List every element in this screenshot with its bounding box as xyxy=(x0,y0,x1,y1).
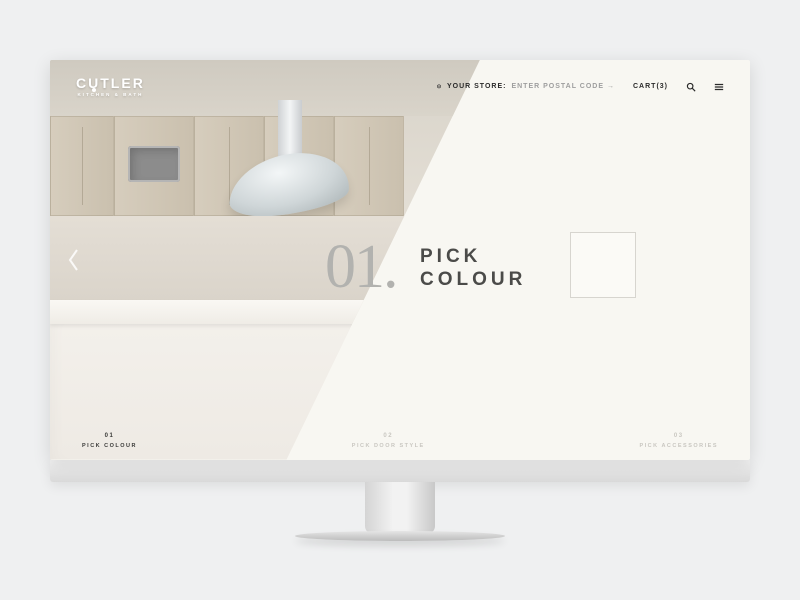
monitor-bezel xyxy=(50,460,750,482)
store-locator[interactable]: YOUR STORE: ENTER POSTAL CODE xyxy=(436,83,615,90)
monitor-frame: CUTLER KITCHEN & BATH YOUR STORE: ENTER … xyxy=(50,60,750,541)
progress-step-num: 02 xyxy=(383,433,393,439)
progress-step-num: 01 xyxy=(105,433,115,439)
hero-kitchen-image xyxy=(50,60,480,460)
progress-step-3[interactable]: 03 PICK ACCESSORIES xyxy=(639,433,718,449)
progress-step-1[interactable]: 01 PICK COLOUR xyxy=(82,433,137,449)
monitor-stand-base xyxy=(295,531,505,541)
step-title: PICK COLOUR xyxy=(420,245,526,293)
menu-icon xyxy=(714,82,724,92)
colour-swatch[interactable] xyxy=(570,232,636,298)
cart-button[interactable]: CART(3) xyxy=(633,83,668,90)
search-icon xyxy=(686,82,696,92)
progress-bar: 01 PICK COLOUR 02 PICK DOOR STYLE 03 PIC… xyxy=(50,422,750,460)
prev-slide-button[interactable] xyxy=(64,245,84,275)
location-pin-icon xyxy=(436,84,442,90)
brand-logo[interactable]: CUTLER KITCHEN & BATH xyxy=(76,76,145,98)
progress-step-num: 03 xyxy=(674,433,684,439)
brand-tagline: KITCHEN & BATH xyxy=(77,93,143,98)
progress-step-2[interactable]: 02 PICK DOOR STYLE xyxy=(352,433,425,449)
progress-step-label: PICK COLOUR xyxy=(82,443,137,449)
postal-code-input[interactable]: ENTER POSTAL CODE xyxy=(511,83,615,90)
menu-button[interactable] xyxy=(714,82,724,92)
header: CUTLER KITCHEN & BATH YOUR STORE: ENTER … xyxy=(50,60,750,114)
search-button[interactable] xyxy=(686,82,696,92)
monitor-stand-neck xyxy=(365,482,435,534)
app-screen: CUTLER KITCHEN & BATH YOUR STORE: ENTER … xyxy=(50,60,750,460)
chevron-left-icon xyxy=(64,245,84,275)
store-label: YOUR STORE: xyxy=(447,83,507,90)
step-number: 01. xyxy=(325,232,397,303)
progress-step-label: PICK ACCESSORIES xyxy=(639,443,718,449)
progress-step-label: PICK DOOR STYLE xyxy=(352,443,425,449)
